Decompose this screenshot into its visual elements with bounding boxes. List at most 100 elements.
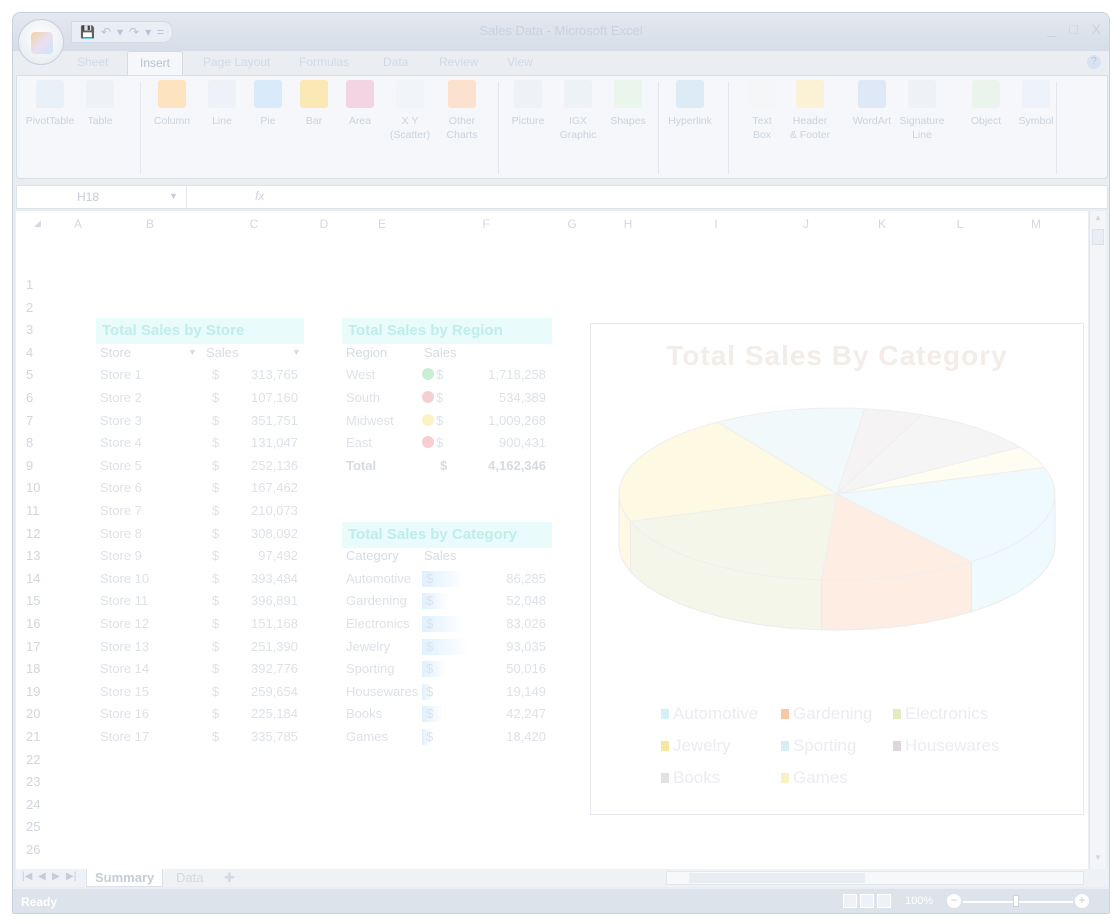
undo-dropdown-icon[interactable]: ▾ <box>117 25 123 39</box>
undo-icon[interactable]: ↶ <box>101 25 111 39</box>
store-name-cell[interactable]: Store 1 <box>100 367 142 382</box>
store-sales-cell[interactable]: 107,160 <box>216 390 298 405</box>
normal-view-icon[interactable] <box>843 894 857 908</box>
column-header-e[interactable]: E <box>372 217 392 231</box>
line-chart-button[interactable]: Line <box>197 76 247 128</box>
text-box-button[interactable]: Text Box <box>737 76 787 142</box>
currency-cell[interactable]: $ <box>436 435 443 450</box>
pie-chart-button[interactable]: Pie <box>243 76 293 128</box>
store-sales-cell[interactable]: 97,492 <box>216 548 298 563</box>
store-sales-cell[interactable]: 210,073 <box>216 503 298 518</box>
row-header[interactable]: 24 <box>26 797 40 812</box>
store-sales-cell[interactable]: 252,136 <box>216 458 298 473</box>
page-break-view-icon[interactable] <box>877 894 891 908</box>
row-header[interactable]: 9 <box>26 458 33 473</box>
row-header[interactable]: 4 <box>26 345 33 360</box>
store-sales-cell[interactable]: 393,484 <box>216 571 298 586</box>
currency-cell[interactable]: $ <box>440 458 447 473</box>
region-sales-column-header[interactable]: Sales <box>424 345 457 360</box>
store-filter-icon[interactable]: ▼ <box>188 347 197 357</box>
row-header[interactable]: 20 <box>26 706 40 721</box>
column-header-m[interactable]: M <box>1026 217 1046 231</box>
shapes-button[interactable]: Shapes <box>603 76 653 128</box>
store-name-cell[interactable]: Store 9 <box>100 548 142 563</box>
region-name-cell[interactable]: South <box>346 390 380 405</box>
store-name-cell[interactable]: Store 17 <box>100 729 149 744</box>
row-header[interactable]: 12 <box>26 526 40 541</box>
store-sales-cell[interactable]: 167,462 <box>216 480 298 495</box>
scroll-up-icon[interactable]: ▲ <box>1092 213 1104 227</box>
category-name-cell[interactable]: Books <box>346 706 382 721</box>
currency-cell[interactable]: $ <box>436 367 443 382</box>
store-name-cell[interactable]: Store 6 <box>100 480 142 495</box>
row-header[interactable]: 23 <box>26 774 40 789</box>
currency-cell[interactable]: $ <box>436 413 443 428</box>
sales-filter-icon[interactable]: ▼ <box>292 347 301 357</box>
category-name-cell[interactable]: Housewares <box>346 684 418 699</box>
region-column-header[interactable]: Region <box>346 345 387 360</box>
region-sales-cell[interactable]: 534,389 <box>456 390 546 405</box>
currency-cell[interactable]: $ <box>426 684 433 699</box>
category-name-cell[interactable]: Electronics <box>346 616 410 631</box>
row-header[interactable]: 3 <box>26 322 33 337</box>
column-header-j[interactable]: J <box>796 217 816 231</box>
sheet-tab-summary[interactable]: Summary <box>86 869 164 887</box>
category-name-cell[interactable]: Sporting <box>346 661 394 676</box>
close-button[interactable]: X <box>1092 21 1101 37</box>
store-sales-cell[interactable]: 351,751 <box>216 413 298 428</box>
category-sales-cell[interactable]: 42,247 <box>456 706 546 721</box>
store-name-cell[interactable]: Store 2 <box>100 390 142 405</box>
store-sales-cell[interactable]: 151,168 <box>216 616 298 631</box>
row-header[interactable]: 26 <box>26 842 40 857</box>
category-sales-cell[interactable]: 93,035 <box>456 639 546 654</box>
store-name-cell[interactable]: Store 13 <box>100 639 149 654</box>
currency-cell[interactable]: $ <box>426 639 433 654</box>
horizontal-scroll-thumb[interactable] <box>689 873 865 883</box>
region-sales-cell[interactable]: 900,431 <box>456 435 546 450</box>
row-header[interactable]: 6 <box>26 390 33 405</box>
row-header[interactable]: 2 <box>26 300 33 315</box>
column-header-h[interactable]: H <box>618 217 638 231</box>
signature-line-button[interactable]: Signature Line <box>897 76 947 142</box>
tab-review[interactable]: Review <box>439 55 478 69</box>
next-sheet-icon[interactable]: ▶ <box>52 871 60 882</box>
store-name-cell[interactable]: Store 8 <box>100 526 142 541</box>
currency-cell[interactable]: $ <box>426 661 433 676</box>
area-chart-button[interactable]: Area <box>335 76 385 128</box>
currency-cell[interactable]: $ <box>426 706 433 721</box>
region-total-label[interactable]: Total <box>346 458 376 473</box>
store-name-cell[interactable]: Store 14 <box>100 661 149 676</box>
category-sales-cell[interactable]: 50,016 <box>456 661 546 676</box>
column-header-i[interactable]: I <box>706 217 726 231</box>
hyperlink-button[interactable]: Hyperlink <box>665 76 715 128</box>
store-sales-cell[interactable]: 392,776 <box>216 661 298 676</box>
select-all-icon[interactable]: ◢ <box>34 218 41 229</box>
column-header-b[interactable]: B <box>140 217 160 231</box>
region-name-cell[interactable]: East <box>346 435 372 450</box>
row-header[interactable]: 14 <box>26 571 40 586</box>
sheet-tab-data[interactable]: Data <box>168 869 211 887</box>
column-header-a[interactable]: A <box>68 217 88 231</box>
column-chart-button[interactable]: Column <box>147 76 197 128</box>
category-sales-cell[interactable]: 86,285 <box>456 571 546 586</box>
scatter-chart-button[interactable]: X Y (Scatter) <box>385 76 435 142</box>
store-name-cell[interactable]: Store 10 <box>100 571 149 586</box>
store-sales-cell[interactable]: 259,654 <box>216 684 298 699</box>
store-name-cell[interactable]: Store 11 <box>100 593 148 608</box>
row-header[interactable]: 22 <box>26 752 40 767</box>
wordart-button[interactable]: WordArt <box>847 76 897 128</box>
zoom-out-icon[interactable]: − <box>947 894 961 908</box>
save-icon[interactable]: 💾 <box>80 25 95 39</box>
category-name-cell[interactable]: Jewelry <box>346 639 390 654</box>
row-header[interactable]: 13 <box>26 548 40 563</box>
horizontal-scrollbar[interactable] <box>666 871 1084 885</box>
row-header[interactable]: 16 <box>26 616 40 631</box>
store-sales-cell[interactable]: 335,785 <box>216 729 298 744</box>
redo-icon[interactable]: ↷ <box>129 25 139 39</box>
region-name-cell[interactable]: Midwest <box>346 413 394 428</box>
customize-qat-icon[interactable]: = <box>157 25 164 39</box>
row-header[interactable]: 25 <box>26 819 40 834</box>
tab-view[interactable]: View <box>507 55 533 69</box>
region-name-cell[interactable]: West <box>346 367 375 382</box>
store-column-header[interactable]: Store <box>100 345 131 360</box>
